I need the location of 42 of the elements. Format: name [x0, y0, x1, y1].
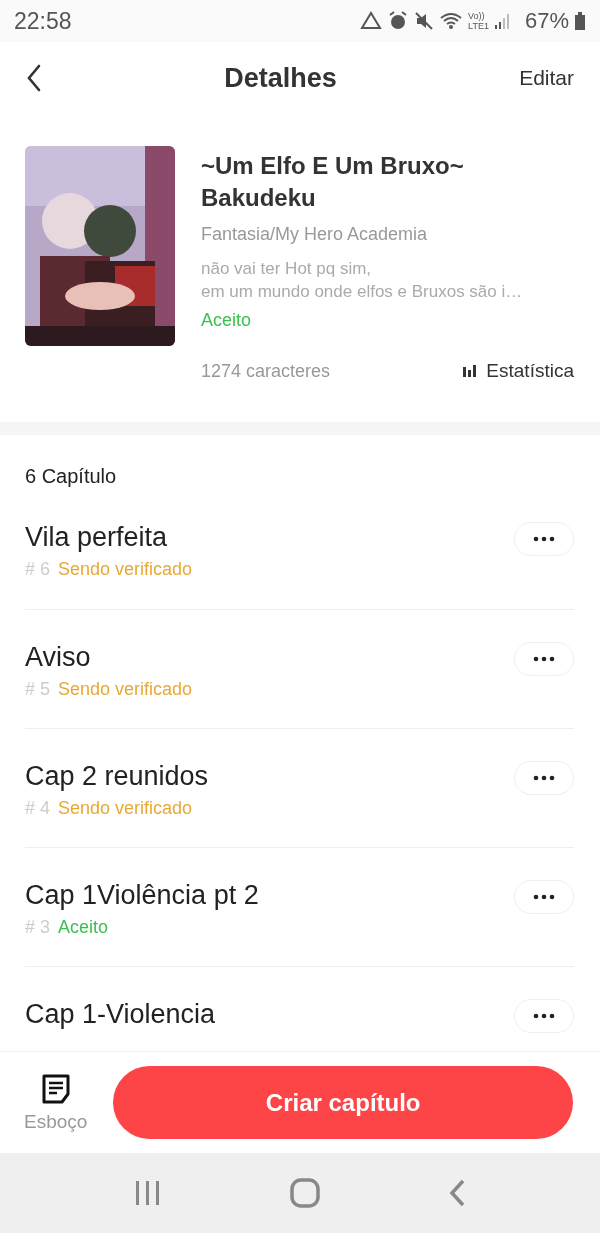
signal-icon: [493, 12, 510, 30]
statistics-link[interactable]: Estatística: [462, 360, 574, 382]
chapter-title: Cap 1Violência pt 2: [25, 880, 259, 911]
document-icon: [40, 1072, 71, 1105]
back-icon: [26, 64, 42, 92]
more-icon: [533, 536, 555, 542]
chapter-title: Aviso: [25, 642, 92, 673]
book-genre: Fantasia/My Hero Academia: [201, 224, 429, 245]
battery-percent: 67%: [524, 8, 569, 34]
more-icon: [533, 894, 555, 900]
page-title: Detalhes: [224, 62, 337, 94]
book-status: Aceito: [201, 310, 253, 331]
chapter-status: Aceito: [58, 917, 109, 937]
draft-label: Esboço: [24, 1110, 88, 1133]
more-button[interactable]: [514, 999, 574, 1033]
chapter-title: Vila perfeita: [25, 522, 169, 553]
edit-button[interactable]: Editar: [519, 66, 574, 90]
book-synopsis: não vai ter Hot pq sim, em um mundo onde elfos e Bruxos são i…: [201, 258, 524, 303]
battery-icon: [574, 11, 586, 31]
chapter-title: Cap 1-Violencia: [25, 999, 216, 1030]
book-title: ~Um Elfo E Um Bruxo~ Bakudeku: [201, 151, 465, 213]
chapter-status: Sendo verificado: [58, 559, 193, 579]
back-icon: [447, 1178, 467, 1208]
status-time: 22:58: [14, 7, 72, 35]
back-button[interactable]: [26, 64, 42, 92]
mute-icon: [414, 11, 435, 31]
chapter-title: Cap 2 reunidos: [25, 761, 209, 792]
more-icon: [533, 656, 555, 662]
chapter-status: Sendo verificado: [58, 798, 193, 818]
network-label: Vo)) LTE1: [468, 11, 489, 31]
home-icon: [289, 1177, 321, 1209]
more-icon: [533, 775, 555, 781]
chapter-status: Sendo verificado: [58, 679, 193, 699]
wifi-icon: [439, 11, 464, 31]
more-button[interactable]: [514, 642, 574, 676]
more-button[interactable]: [514, 761, 574, 795]
more-icon: [533, 1013, 555, 1019]
character-count: 1274 caracteres: [201, 360, 331, 382]
more-button[interactable]: [514, 880, 574, 914]
more-button[interactable]: [514, 522, 574, 556]
bar-chart-icon: [462, 364, 479, 378]
chapter-count: 6 Capítulo: [25, 465, 118, 488]
